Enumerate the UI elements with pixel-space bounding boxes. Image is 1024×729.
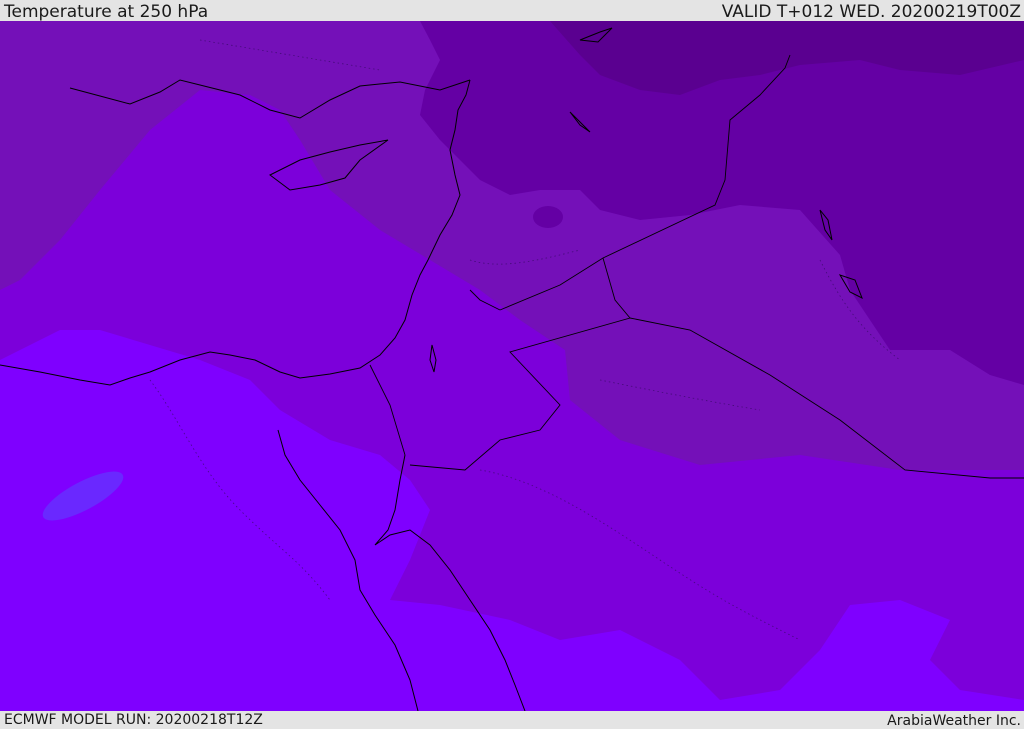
field-blob [533,206,563,228]
credit: ArabiaWeather Inc. [887,713,1021,729]
map-panel[interactable] [0,21,1024,711]
valid-time: VALID T+012 WED. 20200219T00Z [721,2,1021,22]
map-title: Temperature at 250 hPa [4,2,209,22]
model-run: ECMWF MODEL RUN: 20200218T12Z [4,712,263,728]
footer-bar: ECMWF MODEL RUN: 20200218T12Z ArabiaWeat… [0,711,1024,729]
header-bar: Temperature at 250 hPa VALID T+012 WED. … [0,0,1024,21]
temperature-map[interactable] [0,21,1024,711]
